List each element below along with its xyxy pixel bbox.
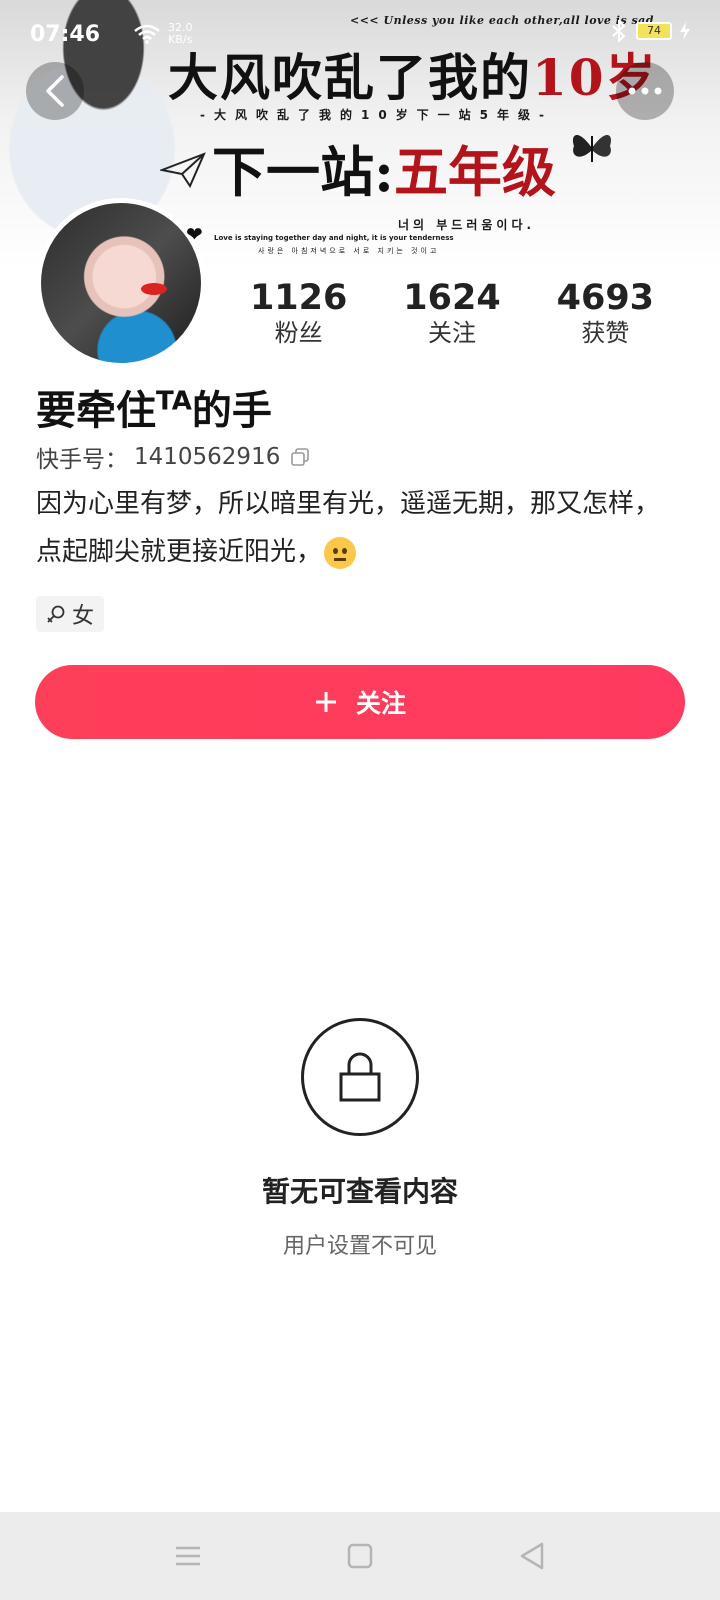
- copy-icon[interactable]: [290, 447, 310, 467]
- empty-state-subtitle: 用户设置不可见: [282, 1234, 437, 1259]
- charging-icon: [680, 22, 690, 40]
- bluetooth-icon: [612, 20, 626, 42]
- avatar-detail: [141, 283, 167, 295]
- stat-following[interactable]: 1624 关注: [375, 278, 528, 348]
- gender-label: 女: [72, 604, 95, 629]
- bio-line-2: 点起脚尖就更接近阳光，: [36, 528, 696, 576]
- neutral-face-icon: [324, 536, 357, 569]
- chevron-left-icon: [46, 75, 64, 107]
- stat-value: 4693: [556, 278, 655, 318]
- butterfly-icon: [572, 134, 612, 162]
- plus-icon: [315, 692, 336, 712]
- user-id-row: 快手号： 1410562916: [36, 440, 310, 474]
- paper-plane-icon: [160, 152, 206, 188]
- back-button[interactable]: [26, 62, 84, 120]
- lock-icon: [339, 1052, 381, 1102]
- more-dots-icon: [628, 87, 662, 95]
- stat-likes[interactable]: 4693 获赞: [529, 278, 682, 348]
- user-id-label: 快手号：: [36, 447, 128, 473]
- lock-badge: [301, 1018, 419, 1136]
- system-nav-bar: [0, 1512, 720, 1600]
- profile-bio: 因为心里有梦，所以暗里有光，遥遥无期，那又怎样， 点起脚尖就更接近阳光，: [36, 480, 696, 576]
- gender-tag: 女: [36, 596, 105, 632]
- user-id-value: 1410562916: [134, 444, 281, 470]
- status-time: 07:46: [30, 22, 101, 47]
- network-speed: 32.0 KB/s: [168, 21, 193, 46]
- follow-button[interactable]: 关注: [35, 665, 685, 739]
- wifi-icon: [134, 24, 160, 44]
- stat-followers[interactable]: 1126 粉丝: [222, 278, 375, 348]
- menu-icon[interactable]: [172, 1540, 204, 1572]
- profile-nickname: 要牵住TA的手: [36, 386, 272, 434]
- heart-icon: ❤: [186, 222, 203, 246]
- stat-label: 粉丝: [274, 319, 323, 347]
- home-square-icon[interactable]: [344, 1540, 376, 1572]
- stat-value: 1624: [403, 278, 501, 318]
- stat-label: 获赞: [581, 319, 630, 347]
- back-triangle-icon[interactable]: [516, 1540, 548, 1572]
- status-bar: 07:46 32.0 KB/s 74: [0, 0, 720, 70]
- status-right-icons: 74: [610, 20, 690, 42]
- banner-title-line2: 下一站:五年级: [212, 140, 556, 204]
- stat-value: 1126: [249, 278, 348, 318]
- stat-label: 关注: [427, 319, 476, 347]
- avatar[interactable]: [36, 198, 206, 368]
- profile-stats: 1126 粉丝 1624 关注 4693 获赞: [222, 278, 682, 348]
- more-options-button[interactable]: [616, 62, 674, 120]
- banner-subtitle: -大风吹乱了我的10岁下一站5年级-: [200, 108, 554, 122]
- follow-button-label: 关注: [355, 689, 406, 718]
- female-symbol-icon: [47, 605, 65, 623]
- banner-korean-text-2: 사랑은 아침저녁으로 서로 지키는 것이고: [258, 247, 440, 255]
- banner-korean-text: 너의 부드러움이다.: [398, 218, 536, 232]
- banner-english-text: Love is staying together day and night, …: [214, 234, 454, 242]
- battery-indicator: 74: [636, 22, 672, 40]
- bio-line: 因为心里有梦，所以暗里有光，遥遥无期，那又怎样，: [36, 489, 661, 519]
- empty-state-title: 暂无可查看内容: [261, 1175, 458, 1208]
